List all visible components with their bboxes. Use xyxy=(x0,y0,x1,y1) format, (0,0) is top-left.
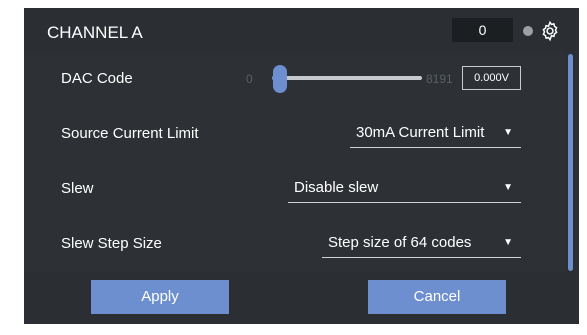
dropdown-arrow-icon: ▼ xyxy=(503,237,513,248)
source-current-limit-value: 30mA Current Limit xyxy=(356,124,485,141)
channel-title: CHANNEL A xyxy=(47,23,143,42)
gear-icon[interactable] xyxy=(539,20,561,42)
dac-slider-track[interactable] xyxy=(272,76,422,80)
cancel-button[interactable]: Cancel xyxy=(368,280,506,314)
slew-step-size-value: Step size of 64 codes xyxy=(328,234,472,251)
slew-value: Disable slew xyxy=(294,179,379,196)
slider-min-label: 0 xyxy=(246,72,253,86)
dropdown-arrow-icon: ▼ xyxy=(503,127,513,138)
dac-slider-thumb[interactable] xyxy=(273,65,287,93)
panel-header: CHANNEL A 0 xyxy=(24,8,579,52)
dropdown-arrow-icon: ▼ xyxy=(503,182,513,193)
voltage-input[interactable]: 0.000V xyxy=(462,66,521,90)
channel-panel: CHANNEL A 0 DAC Code 0 8191 0.000V Sourc… xyxy=(24,8,579,324)
slider-max-label: 8191 xyxy=(426,72,453,86)
slew-step-size-select[interactable]: Step size of 64 codes ▼ xyxy=(322,231,521,258)
slew-label: Slew xyxy=(61,180,94,197)
source-current-limit-label: Source Current Limit xyxy=(61,125,199,142)
slew-step-size-label: Slew Step Size xyxy=(61,235,162,252)
dac-code-label: DAC Code xyxy=(61,70,133,87)
code-input[interactable]: 0 xyxy=(452,18,513,42)
slew-select[interactable]: Disable slew ▼ xyxy=(288,176,521,203)
source-current-limit-select[interactable]: 30mA Current Limit ▼ xyxy=(350,121,521,148)
apply-button[interactable]: Apply xyxy=(91,280,229,314)
status-indicator xyxy=(523,26,533,36)
scrollbar-thumb[interactable] xyxy=(568,54,573,271)
